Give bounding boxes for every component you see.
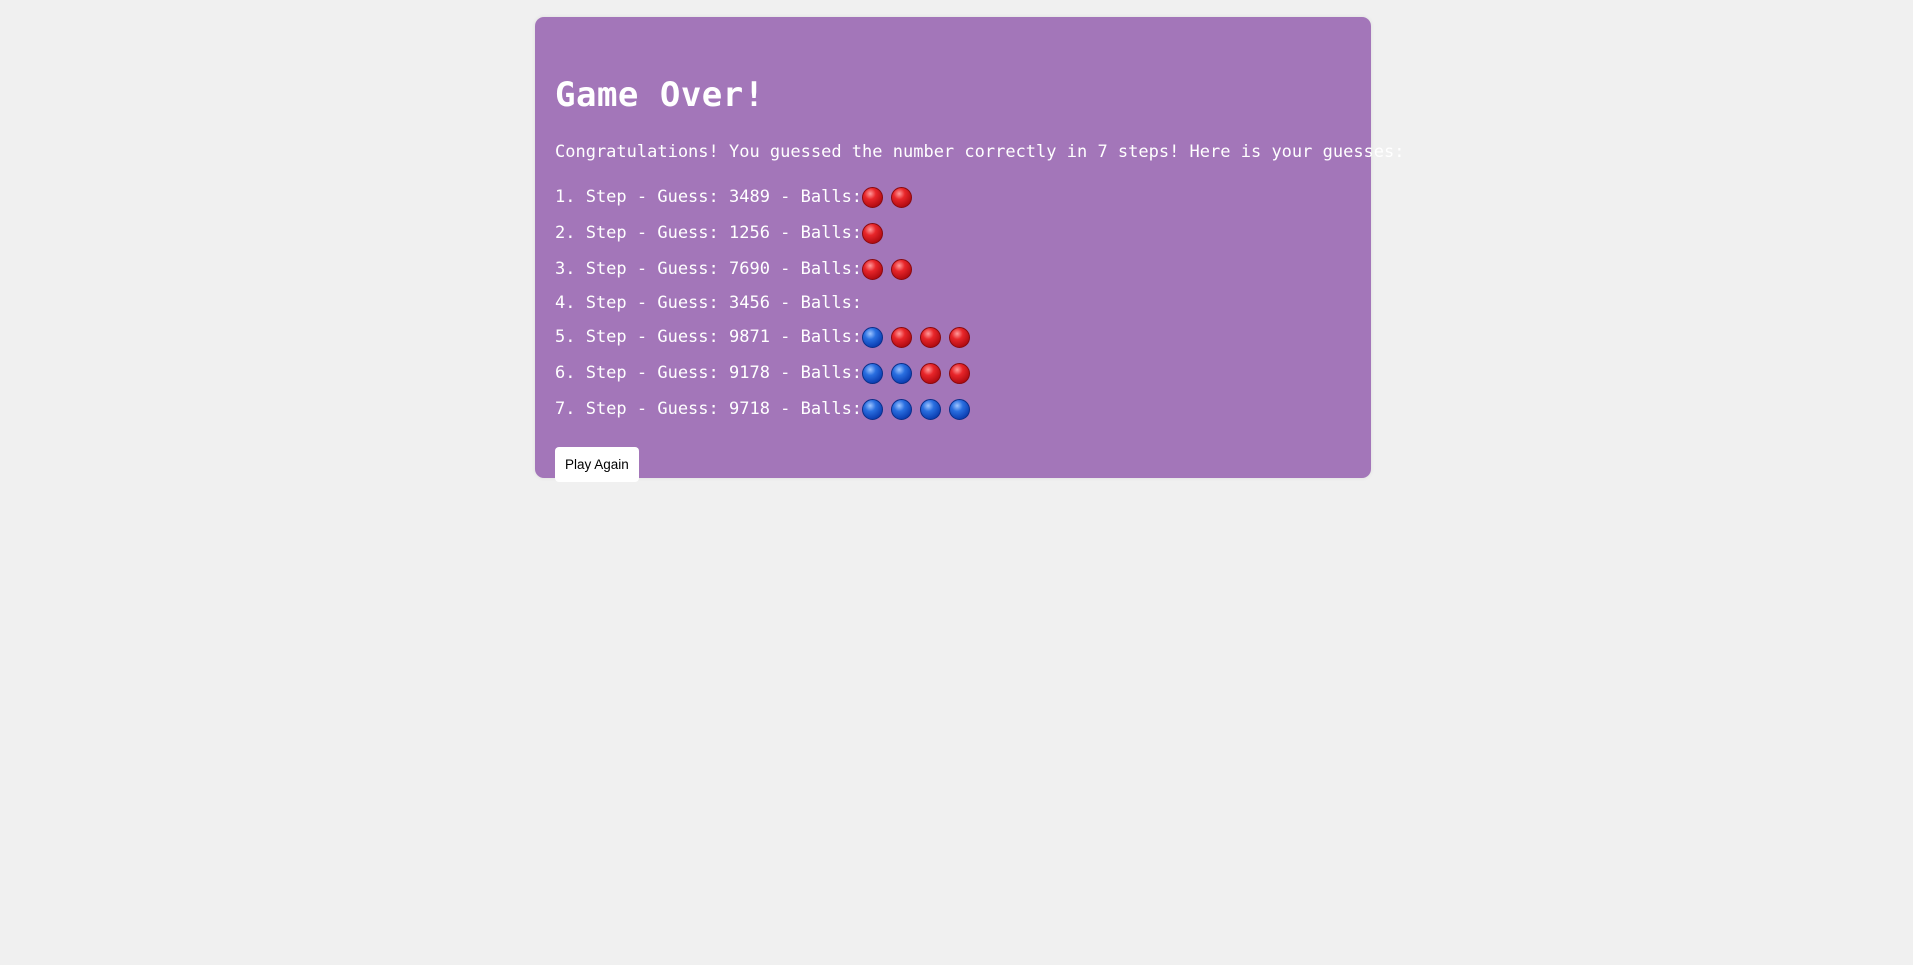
red-ball-icon: [920, 362, 942, 384]
game-over-card: Game Over! Congratulations! You guessed …: [535, 17, 1405, 482]
guess-label: 7. Step - Guess: 9718 - Balls:: [555, 399, 863, 419]
guess-label: 3. Step - Guess: 7690 - Balls:: [555, 259, 863, 279]
guess-label: 4. Step - Guess: 3456 - Balls:: [555, 293, 863, 313]
balls-indicator: [862, 186, 913, 208]
guess-row-5: 5. Step - Guess: 9871 - Balls:: [555, 319, 1351, 355]
guess-row-6: 6. Step - Guess: 9178 - Balls:: [555, 355, 1351, 391]
blue-ball-icon: [891, 362, 913, 384]
page-title: Game Over!: [555, 75, 765, 115]
guess-row-3: 3. Step - Guess: 7690 - Balls:: [555, 251, 1351, 287]
balls-indicator: [862, 362, 971, 384]
red-ball-icon: [862, 258, 884, 280]
blue-ball-icon: [920, 398, 942, 420]
red-ball-icon: [920, 326, 942, 348]
blue-ball-icon: [862, 398, 884, 420]
guess-row-2: 2. Step - Guess: 1256 - Balls:: [555, 215, 1351, 251]
play-again-button[interactable]: Play Again: [555, 447, 639, 482]
blue-ball-icon: [862, 362, 884, 384]
balls-indicator: [862, 258, 913, 280]
congratulations-message: Congratulations! You guessed the number …: [555, 142, 1405, 162]
red-ball-icon: [891, 258, 913, 280]
guess-label: 1. Step - Guess: 3489 - Balls:: [555, 187, 863, 207]
red-ball-icon: [949, 326, 971, 348]
balls-indicator: [862, 398, 971, 420]
red-ball-icon: [891, 186, 913, 208]
blue-ball-icon: [862, 326, 884, 348]
guess-label: 6. Step - Guess: 9178 - Balls:: [555, 363, 863, 383]
guess-list: 1. Step - Guess: 3489 - Balls: 2. Step -…: [555, 179, 1351, 427]
red-ball-icon: [862, 222, 884, 244]
guess-label: 2. Step - Guess: 1256 - Balls:: [555, 223, 863, 243]
balls-indicator: [862, 222, 884, 244]
red-ball-icon: [862, 186, 884, 208]
red-ball-icon: [891, 326, 913, 348]
guess-row-7: 7. Step - Guess: 9718 - Balls:: [555, 391, 1351, 427]
guess-row-4: 4. Step - Guess: 3456 - Balls:: [555, 287, 1351, 319]
red-ball-icon: [949, 362, 971, 384]
guess-row-1: 1. Step - Guess: 3489 - Balls:: [555, 179, 1351, 215]
blue-ball-icon: [891, 398, 913, 420]
balls-indicator: [862, 326, 971, 348]
blue-ball-icon: [949, 398, 971, 420]
guess-label: 5. Step - Guess: 9871 - Balls:: [555, 327, 863, 347]
